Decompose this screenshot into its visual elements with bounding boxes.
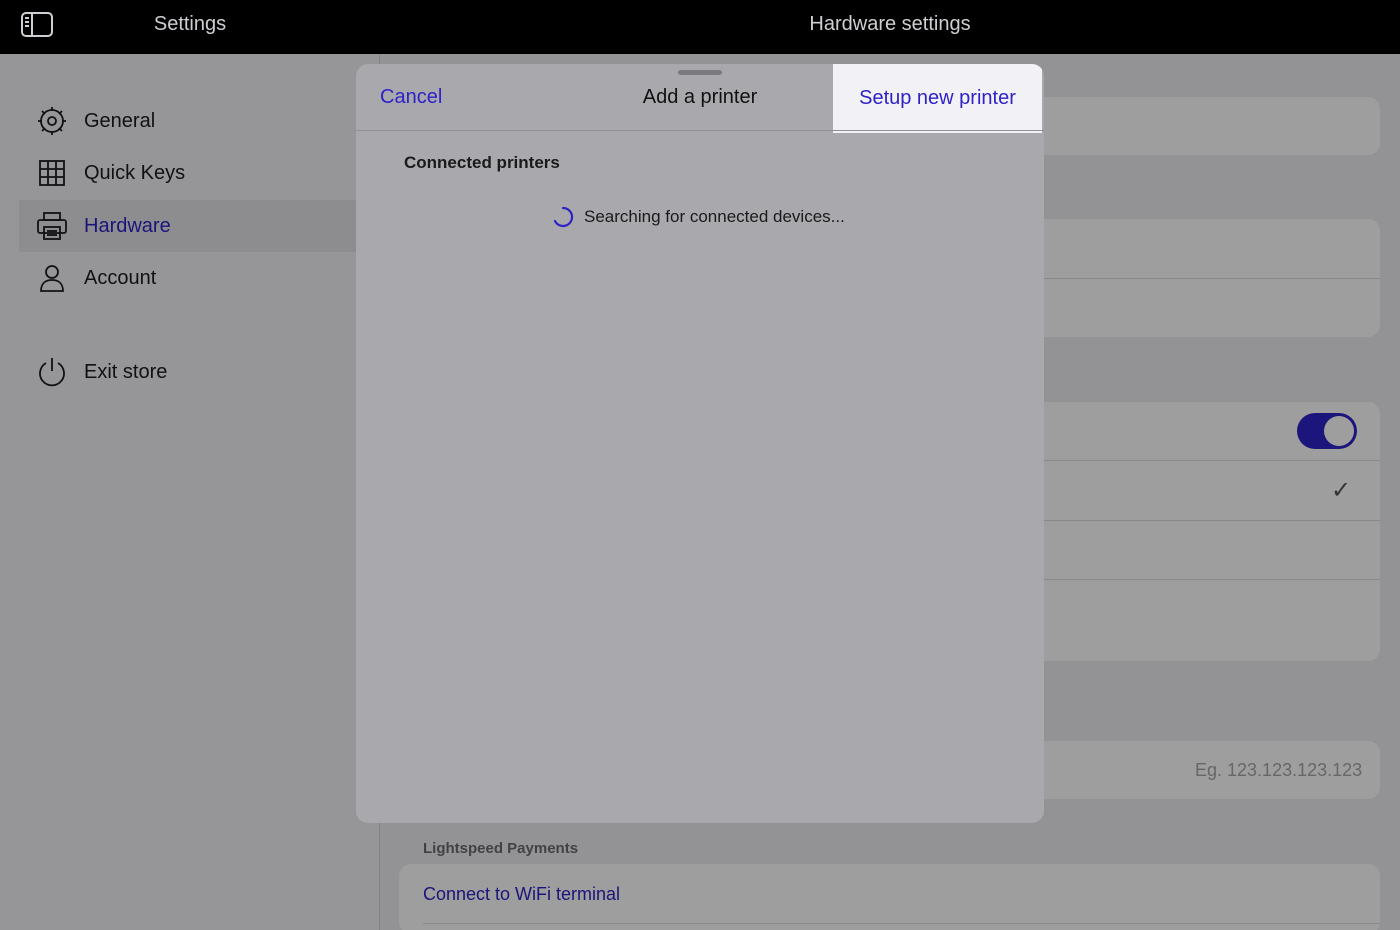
modal-header-divider [356, 130, 1044, 131]
loading-spinner-icon [552, 206, 574, 228]
modal-grabber[interactable] [678, 70, 722, 75]
searching-status: Searching for connected devices... [552, 206, 845, 228]
setup-new-printer-button[interactable]: Setup new printer [833, 64, 1042, 133]
top-bar: Settings Hardware settings [0, 0, 1400, 54]
add-printer-modal: Cancel Add a printer Setup new printer C… [356, 64, 1044, 823]
page-title: Hardware settings [809, 13, 971, 35]
sidebar-toggle-icon[interactable] [21, 12, 53, 37]
cancel-button[interactable]: Cancel [380, 86, 442, 109]
connected-printers-label: Connected printers [404, 153, 560, 172]
searching-text: Searching for connected devices... [584, 207, 845, 226]
sidebar-title: Settings [153, 13, 227, 35]
